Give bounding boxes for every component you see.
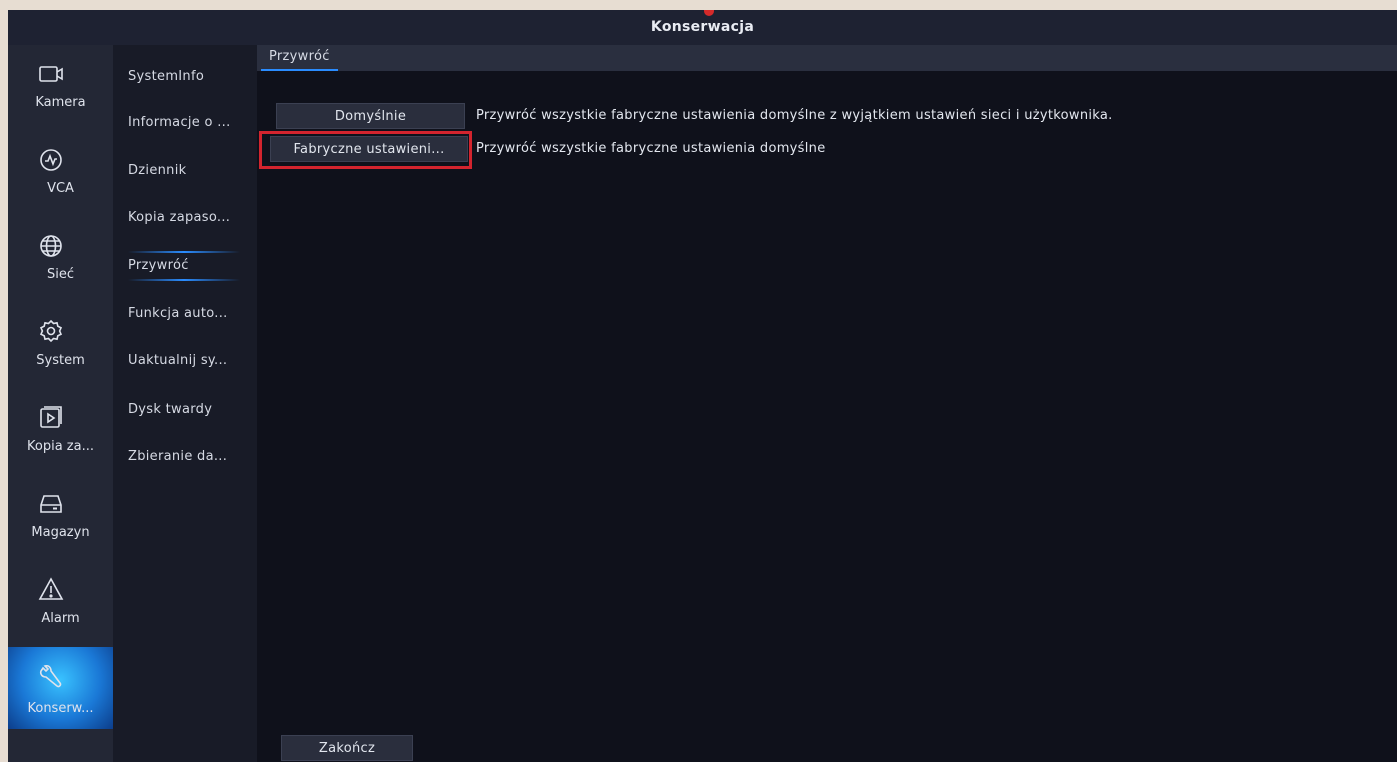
sub-item-dysk-twardy[interactable]: Dysk twardy	[128, 395, 253, 425]
nav-label: Magazyn	[31, 525, 90, 540]
nav-item-kopia[interactable]: Kopia za...	[8, 397, 113, 469]
wrench-icon	[38, 664, 64, 691]
window-title: Konserwacja	[650, 19, 755, 35]
sub-item-kopia-zapasowa[interactable]: Kopia zapaso...	[128, 203, 253, 233]
nav-item-alarm[interactable]: Alarm	[8, 569, 113, 641]
nav-label: Kopia za...	[27, 439, 94, 454]
notification-dot	[704, 10, 714, 16]
storage-icon	[38, 491, 64, 517]
globe-icon	[38, 233, 64, 259]
nav-item-vca[interactable]: VCA	[8, 139, 113, 211]
sub-item-funkcja-auto[interactable]: Funkcja auto...	[128, 299, 253, 329]
nav-item-konserwacja[interactable]: Konserw...	[8, 647, 113, 729]
nav-label: Alarm	[41, 611, 80, 626]
nav-label: System	[36, 353, 85, 368]
gear-icon	[38, 319, 64, 345]
highlight-box	[259, 131, 472, 169]
sub-item-przywroc[interactable]: Przywróć	[128, 251, 253, 281]
nav-item-system[interactable]: System	[8, 311, 113, 383]
vca-icon	[38, 147, 64, 173]
exit-button[interactable]: Zakończ	[281, 735, 413, 761]
sub-item-dziennik[interactable]: Dziennik	[128, 156, 253, 186]
tab-strip: Przywróć	[257, 45, 1397, 71]
nav-label: Kamera	[35, 95, 86, 110]
sub-item-zbieranie[interactable]: Zbieranie da...	[128, 442, 253, 472]
tab-przywroc[interactable]: Przywróć	[261, 45, 338, 71]
nav-label: Konserw...	[27, 701, 94, 716]
sub-item-informacje[interactable]: Informacje o ...	[128, 108, 253, 138]
camera-icon	[38, 61, 64, 87]
alarm-icon	[38, 577, 64, 603]
sub-item-uaktualnij[interactable]: Uaktualnij sy...	[128, 346, 253, 376]
sub-nav: SystemInfo Informacje o ... Dziennik Kop…	[113, 45, 257, 762]
title-bar: Konserwacja	[8, 10, 1397, 45]
playback-icon	[38, 405, 64, 431]
nav-item-kamera[interactable]: Kamera	[8, 53, 113, 125]
nav-label: Sieć	[46, 267, 74, 282]
nav-item-magazyn[interactable]: Magazyn	[8, 483, 113, 555]
nav-item-siec[interactable]: Sieć	[8, 225, 113, 297]
default-button[interactable]: Domyślnie	[276, 103, 465, 129]
main-nav: Kamera VCA Sieć System Kopia za... Magaz…	[8, 45, 113, 762]
default-description: Przywróć wszystkie fabryczne ustawienia …	[476, 108, 1113, 123]
sub-item-systeminfo[interactable]: SystemInfo	[128, 62, 253, 92]
app-window: Konserwacja Kamera VCA Sieć System Kopia…	[8, 10, 1397, 762]
nav-label: VCA	[47, 181, 74, 196]
factory-reset-description: Przywróć wszystkie fabryczne ustawienia …	[476, 141, 826, 156]
